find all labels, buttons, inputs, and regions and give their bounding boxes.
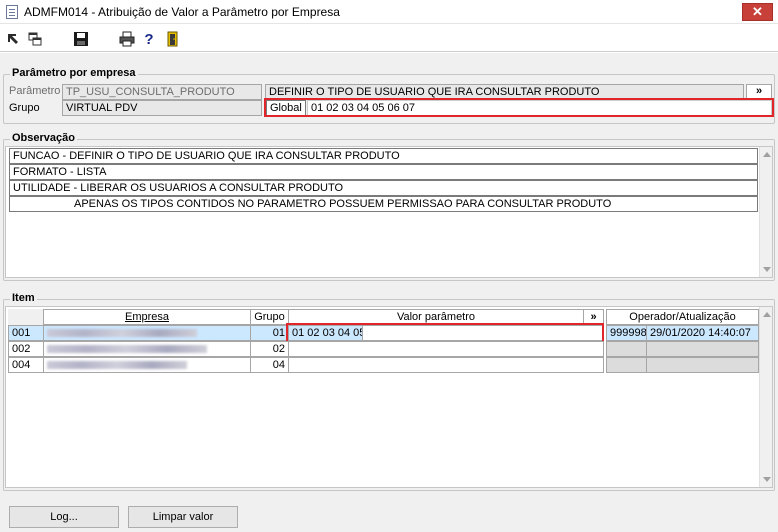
table-row-grupo[interactable]: 01 bbox=[250, 325, 289, 341]
grid-header-empresa[interactable]: Empresa bbox=[43, 309, 251, 325]
save-icon[interactable] bbox=[72, 30, 90, 48]
limpar-valor-button[interactable]: Limpar valor bbox=[128, 506, 238, 528]
table-row-atualizacao bbox=[646, 357, 759, 373]
redacted-text bbox=[47, 345, 207, 354]
observacao-legend: Observação bbox=[10, 132, 77, 144]
redacted-text bbox=[47, 329, 197, 338]
observacao-line-apenas: APENAS OS TIPOS CONTIDOS NO PARAMETRO PO… bbox=[9, 196, 758, 212]
expand-descricao-button[interactable]: » bbox=[746, 84, 772, 100]
toolbar: ? bbox=[0, 25, 778, 52]
select-arrow-icon[interactable] bbox=[4, 30, 22, 48]
table-row-valor[interactable] bbox=[288, 341, 604, 357]
print-icon[interactable] bbox=[118, 30, 136, 48]
table-row-code[interactable]: 002 bbox=[8, 341, 44, 357]
table-row-empresa[interactable] bbox=[43, 341, 251, 357]
parametro-field[interactable]: TP_USU_CONSULTA_PRODUTO bbox=[62, 84, 262, 100]
table-row-operador: 999998 bbox=[606, 325, 647, 341]
grid-header-expand-button[interactable]: » bbox=[583, 309, 604, 325]
grid-header-grupo[interactable]: Grupo bbox=[250, 309, 289, 325]
global-value-field[interactable]: 01 02 03 04 05 06 07 bbox=[307, 100, 772, 116]
scroll-down-icon[interactable] bbox=[763, 267, 771, 272]
window-title: ADMFM014 - Atribuição de Valor a Parâmet… bbox=[24, 5, 340, 19]
global-label: Global bbox=[266, 100, 306, 116]
table-row-code[interactable]: 001 bbox=[8, 325, 44, 341]
exit-door-icon[interactable] bbox=[164, 30, 182, 48]
parametro-descricao-field: DEFINIR O TIPO DE USUARIO QUE IRA CONSUL… bbox=[265, 84, 744, 100]
scroll-down-icon[interactable] bbox=[763, 477, 771, 482]
item-grid-scrollbar[interactable] bbox=[759, 307, 772, 487]
log-button[interactable]: Log... bbox=[9, 506, 119, 528]
grupo-label: Grupo bbox=[9, 102, 40, 114]
table-row-grupo[interactable]: 04 bbox=[250, 357, 289, 373]
app-icon bbox=[6, 5, 18, 19]
table-row-empresa[interactable] bbox=[43, 357, 251, 373]
observacao-area[interactable]: FUNCAO - DEFINIR O TIPO DE USUARIO QUE I… bbox=[5, 146, 773, 278]
grupo-field[interactable]: VIRTUAL PDV bbox=[62, 100, 262, 116]
observacao-line-formato: FORMATO - LISTA bbox=[9, 164, 758, 180]
table-row-valor-rest[interactable] bbox=[362, 325, 604, 341]
windows-icon[interactable] bbox=[26, 30, 44, 48]
table-row-grupo[interactable]: 02 bbox=[250, 341, 289, 357]
item-grid: Empresa Grupo Valor parâmetro » Operador… bbox=[5, 306, 773, 488]
title-bar: ADMFM014 - Atribuição de Valor a Parâmet… bbox=[0, 0, 778, 24]
observacao-scrollbar[interactable] bbox=[759, 147, 772, 277]
observacao-line-funcao: FUNCAO - DEFINIR O TIPO DE USUARIO QUE I… bbox=[9, 148, 758, 164]
redacted-text bbox=[47, 361, 187, 370]
observacao-line-utilidade: UTILIDADE - LIBERAR OS USUARIOS A CONSUL… bbox=[9, 180, 758, 196]
help-icon[interactable]: ? bbox=[140, 30, 158, 48]
table-row-operador bbox=[606, 357, 647, 373]
close-button[interactable]: ✕ bbox=[742, 3, 773, 21]
item-legend: Item bbox=[10, 292, 37, 304]
table-row-valor[interactable] bbox=[288, 357, 604, 373]
content-area: Parâmetro por empresa Parâmetro TP_USU_C… bbox=[0, 53, 778, 532]
scroll-up-icon[interactable] bbox=[763, 152, 771, 157]
table-row-valor-selected[interactable]: 01 02 03 04 05 bbox=[288, 325, 363, 341]
grid-header-blank bbox=[8, 309, 44, 325]
table-row-operador bbox=[606, 341, 647, 357]
table-row-atualizacao: 29/01/2020 14:40:07 bbox=[646, 325, 759, 341]
table-row-code[interactable]: 004 bbox=[8, 357, 44, 373]
scroll-up-icon[interactable] bbox=[763, 312, 771, 317]
parametro-label: Parâmetro bbox=[9, 85, 61, 97]
grid-header-operador[interactable]: Operador/Atualização bbox=[606, 309, 759, 325]
table-row-atualizacao bbox=[646, 341, 759, 357]
parametro-empresa-legend: Parâmetro por empresa bbox=[10, 67, 138, 79]
grid-header-valor[interactable]: Valor parâmetro bbox=[288, 309, 584, 325]
table-row-empresa[interactable] bbox=[43, 325, 251, 341]
